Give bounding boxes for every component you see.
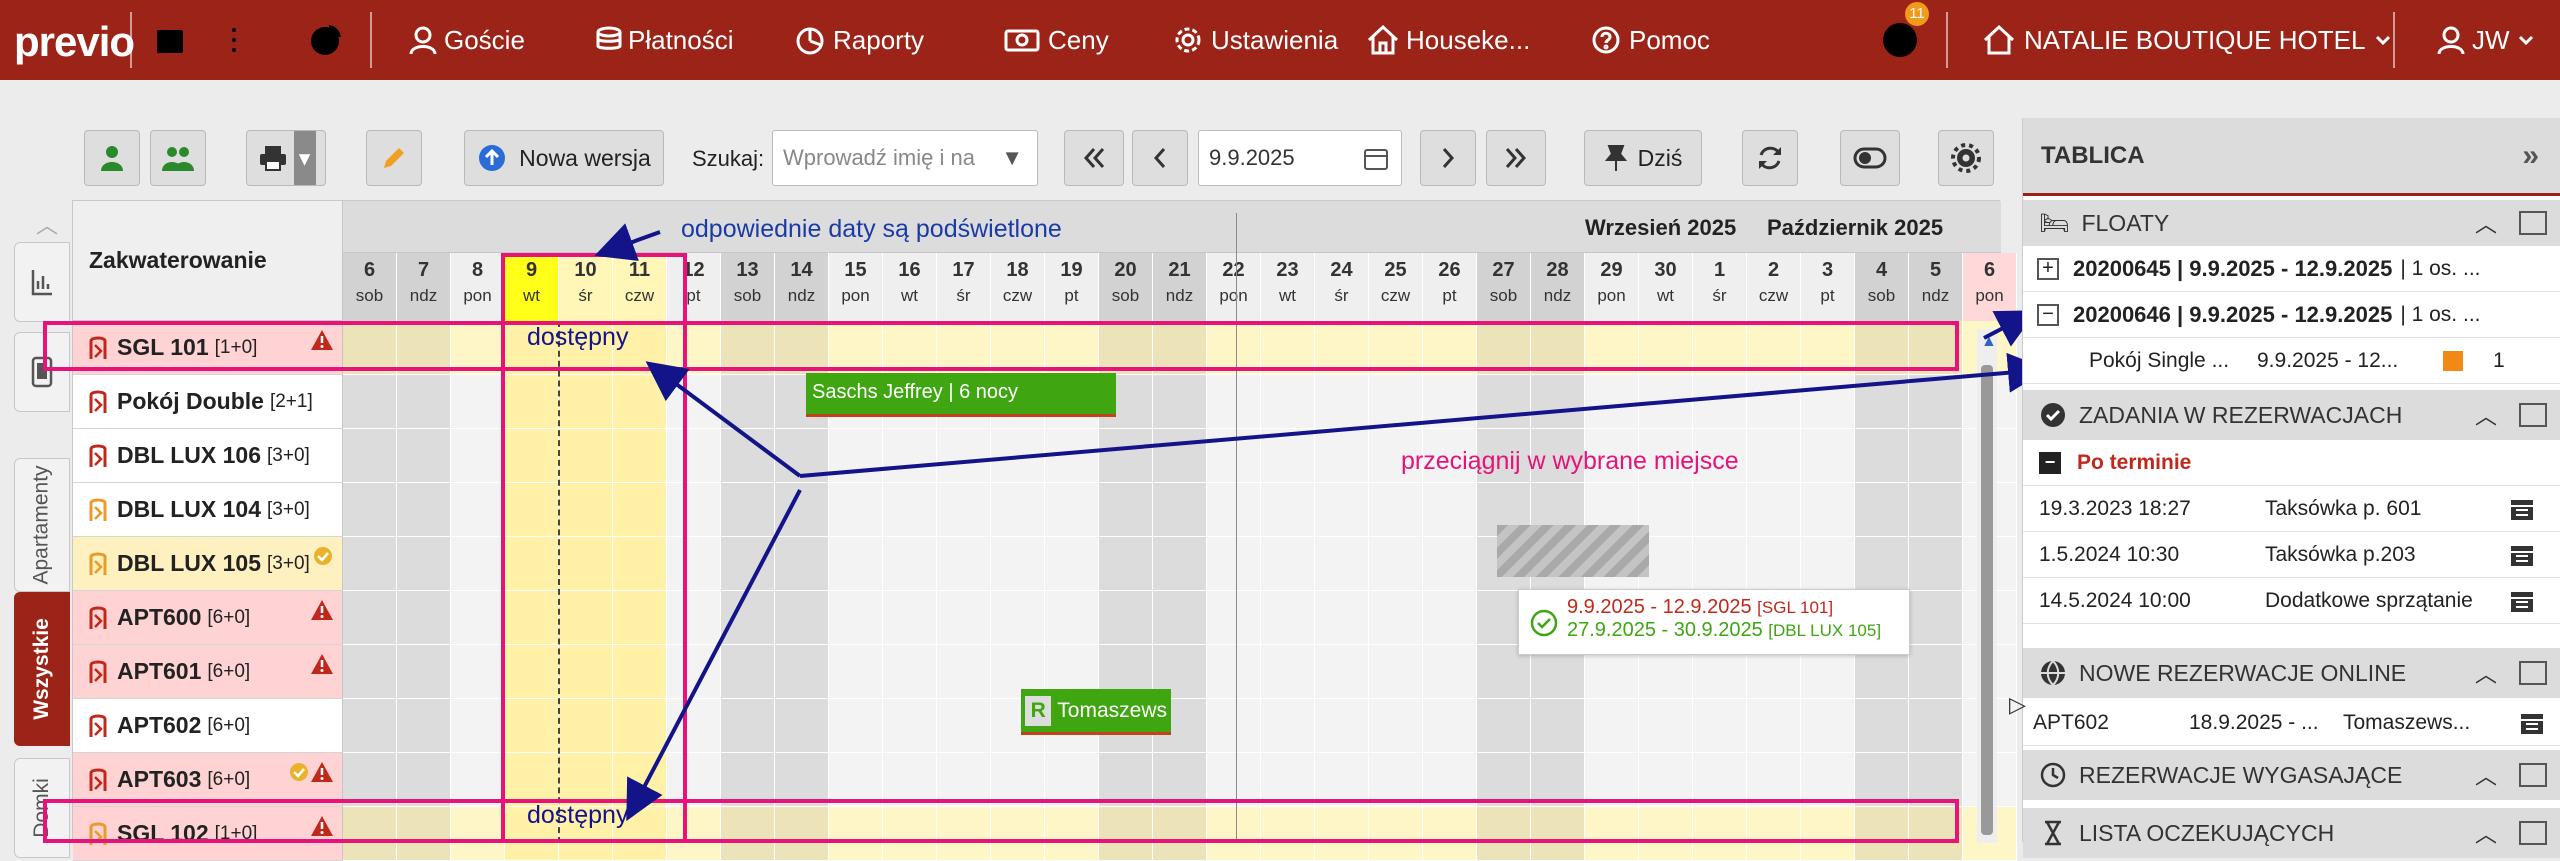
collapse-panel-icon[interactable]: » xyxy=(2522,139,2539,173)
task-text: Taksówka p. 601 xyxy=(2265,496,2422,520)
collapse-icon[interactable]: − xyxy=(2037,303,2059,326)
grid-layout-icon xyxy=(2519,763,2547,787)
float-guests: | 1 os. ... xyxy=(2400,302,2481,326)
board-header: TABLICA » xyxy=(2023,118,2560,196)
chevron-up-icon[interactable]: ︿ xyxy=(2475,657,2497,689)
splitter-handle-icon[interactable]: ▷ xyxy=(2009,692,2026,718)
grid-layout-icon[interactable] xyxy=(2519,211,2547,235)
online-dates: 18.9.2025 - ... xyxy=(2189,710,2319,734)
float-item[interactable]: +20200645 | 9.9.2025 - 12.9.2025 | 1 os. … xyxy=(2023,246,2560,292)
calendar-icon[interactable] xyxy=(2509,588,2535,614)
floaty-title: FLOATY xyxy=(2081,209,2170,236)
task-row[interactable]: 19.3.2023 18:27 Taksówka p. 601 xyxy=(2023,486,2560,532)
calendar-icon[interactable] xyxy=(2509,496,2535,522)
chevron-up-icon[interactable]: ︿ xyxy=(2475,207,2497,239)
float-dates: 9.9.2025 - 12... xyxy=(2257,348,2399,372)
online-room: APT602 xyxy=(2033,710,2109,734)
float-count: 1 xyxy=(2493,348,2505,372)
float-item[interactable]: −20200646 | 9.9.2025 - 12.9.2025 | 1 os. … xyxy=(2023,292,2560,338)
task-date: 19.3.2023 18:27 xyxy=(2039,496,2191,520)
float-id: 20200645 | 9.9.2025 - 12.9.2025 xyxy=(2073,255,2393,281)
grid-layout-icon xyxy=(2519,403,2547,427)
board-panel: TABLICA » 🛏 FLOATY ︿ +20200645 | 9.9.2025 -… xyxy=(2009,118,2560,858)
waiting-header[interactable]: LISTA OCZEKUJĄCYCH ︿ xyxy=(2023,808,2560,858)
task-row[interactable]: 1.5.2024 10:30 Taksówka p.203 xyxy=(2023,532,2560,578)
tasks-header[interactable]: ZADANIA W REZERWACJACH ︿ xyxy=(2023,390,2560,440)
calendar-icon[interactable] xyxy=(2509,542,2535,568)
overdue-label: Po terminie xyxy=(2077,450,2192,474)
floaty-header[interactable]: 🛏 FLOATY ︿ xyxy=(2023,200,2560,246)
float-room-row[interactable]: Pokój Single ... 9.9.2025 - 12... 1 xyxy=(2023,338,2560,384)
bed-icon: 🛏 xyxy=(2039,209,2070,237)
online-title: NOWE REZERWACJE ONLINE xyxy=(2079,659,2407,686)
chevron-up-icon[interactable]: ︿ xyxy=(2475,759,2497,791)
task-text: Dodatkowe sprzątanie xyxy=(2265,588,2473,612)
float-room: Pokój Single ... xyxy=(2089,348,2230,372)
task-row[interactable]: 14.5.2024 10:00 Dodatkowe sprzątanie xyxy=(2023,578,2560,624)
grid-layout-icon xyxy=(2519,661,2547,685)
overdue-group[interactable]: − Po terminie xyxy=(2023,440,2560,486)
float-guests: | 1 os. ... xyxy=(2400,256,2481,280)
calendar-icon[interactable] xyxy=(2519,710,2545,736)
hourglass-icon xyxy=(2045,820,2061,846)
float-id: 20200646 | 9.9.2025 - 12.9.2025 xyxy=(2073,301,2393,327)
collapse-icon[interactable]: − xyxy=(2039,451,2061,474)
board-title: TABLICA xyxy=(2041,141,2145,169)
waiting-title: LISTA OCZEKUJĄCYCH xyxy=(2079,819,2335,846)
globe-icon xyxy=(2041,660,2065,687)
online-guest: Tomaszews... xyxy=(2343,710,2471,734)
online-reservation-row[interactable]: APT602 18.9.2025 - ... Tomaszews... xyxy=(2023,700,2560,746)
chevron-up-icon[interactable]: ︿ xyxy=(2475,817,2497,849)
tasks-title: ZADANIA W REZERWACJACH xyxy=(2079,401,2403,428)
expand-icon[interactable]: + xyxy=(2037,257,2059,280)
expiring-header[interactable]: REZERWACJE WYGASAJĄCE ︿ xyxy=(2023,750,2560,800)
task-date: 1.5.2024 10:30 xyxy=(2039,542,2180,566)
expiring-title: REZERWACJE WYGASAJĄCE xyxy=(2079,761,2403,788)
task-date: 14.5.2024 10:00 xyxy=(2039,588,2191,612)
clock-icon xyxy=(2040,762,2066,788)
online-header[interactable]: NOWE REZERWACJE ONLINE ︿ xyxy=(2023,648,2560,698)
status-square xyxy=(2443,350,2463,371)
chevron-up-icon[interactable]: ︿ xyxy=(2475,399,2497,431)
grid-layout-icon xyxy=(2519,821,2547,845)
task-text: Taksówka p.203 xyxy=(2265,542,2416,566)
check-circle-icon xyxy=(2041,403,2065,427)
